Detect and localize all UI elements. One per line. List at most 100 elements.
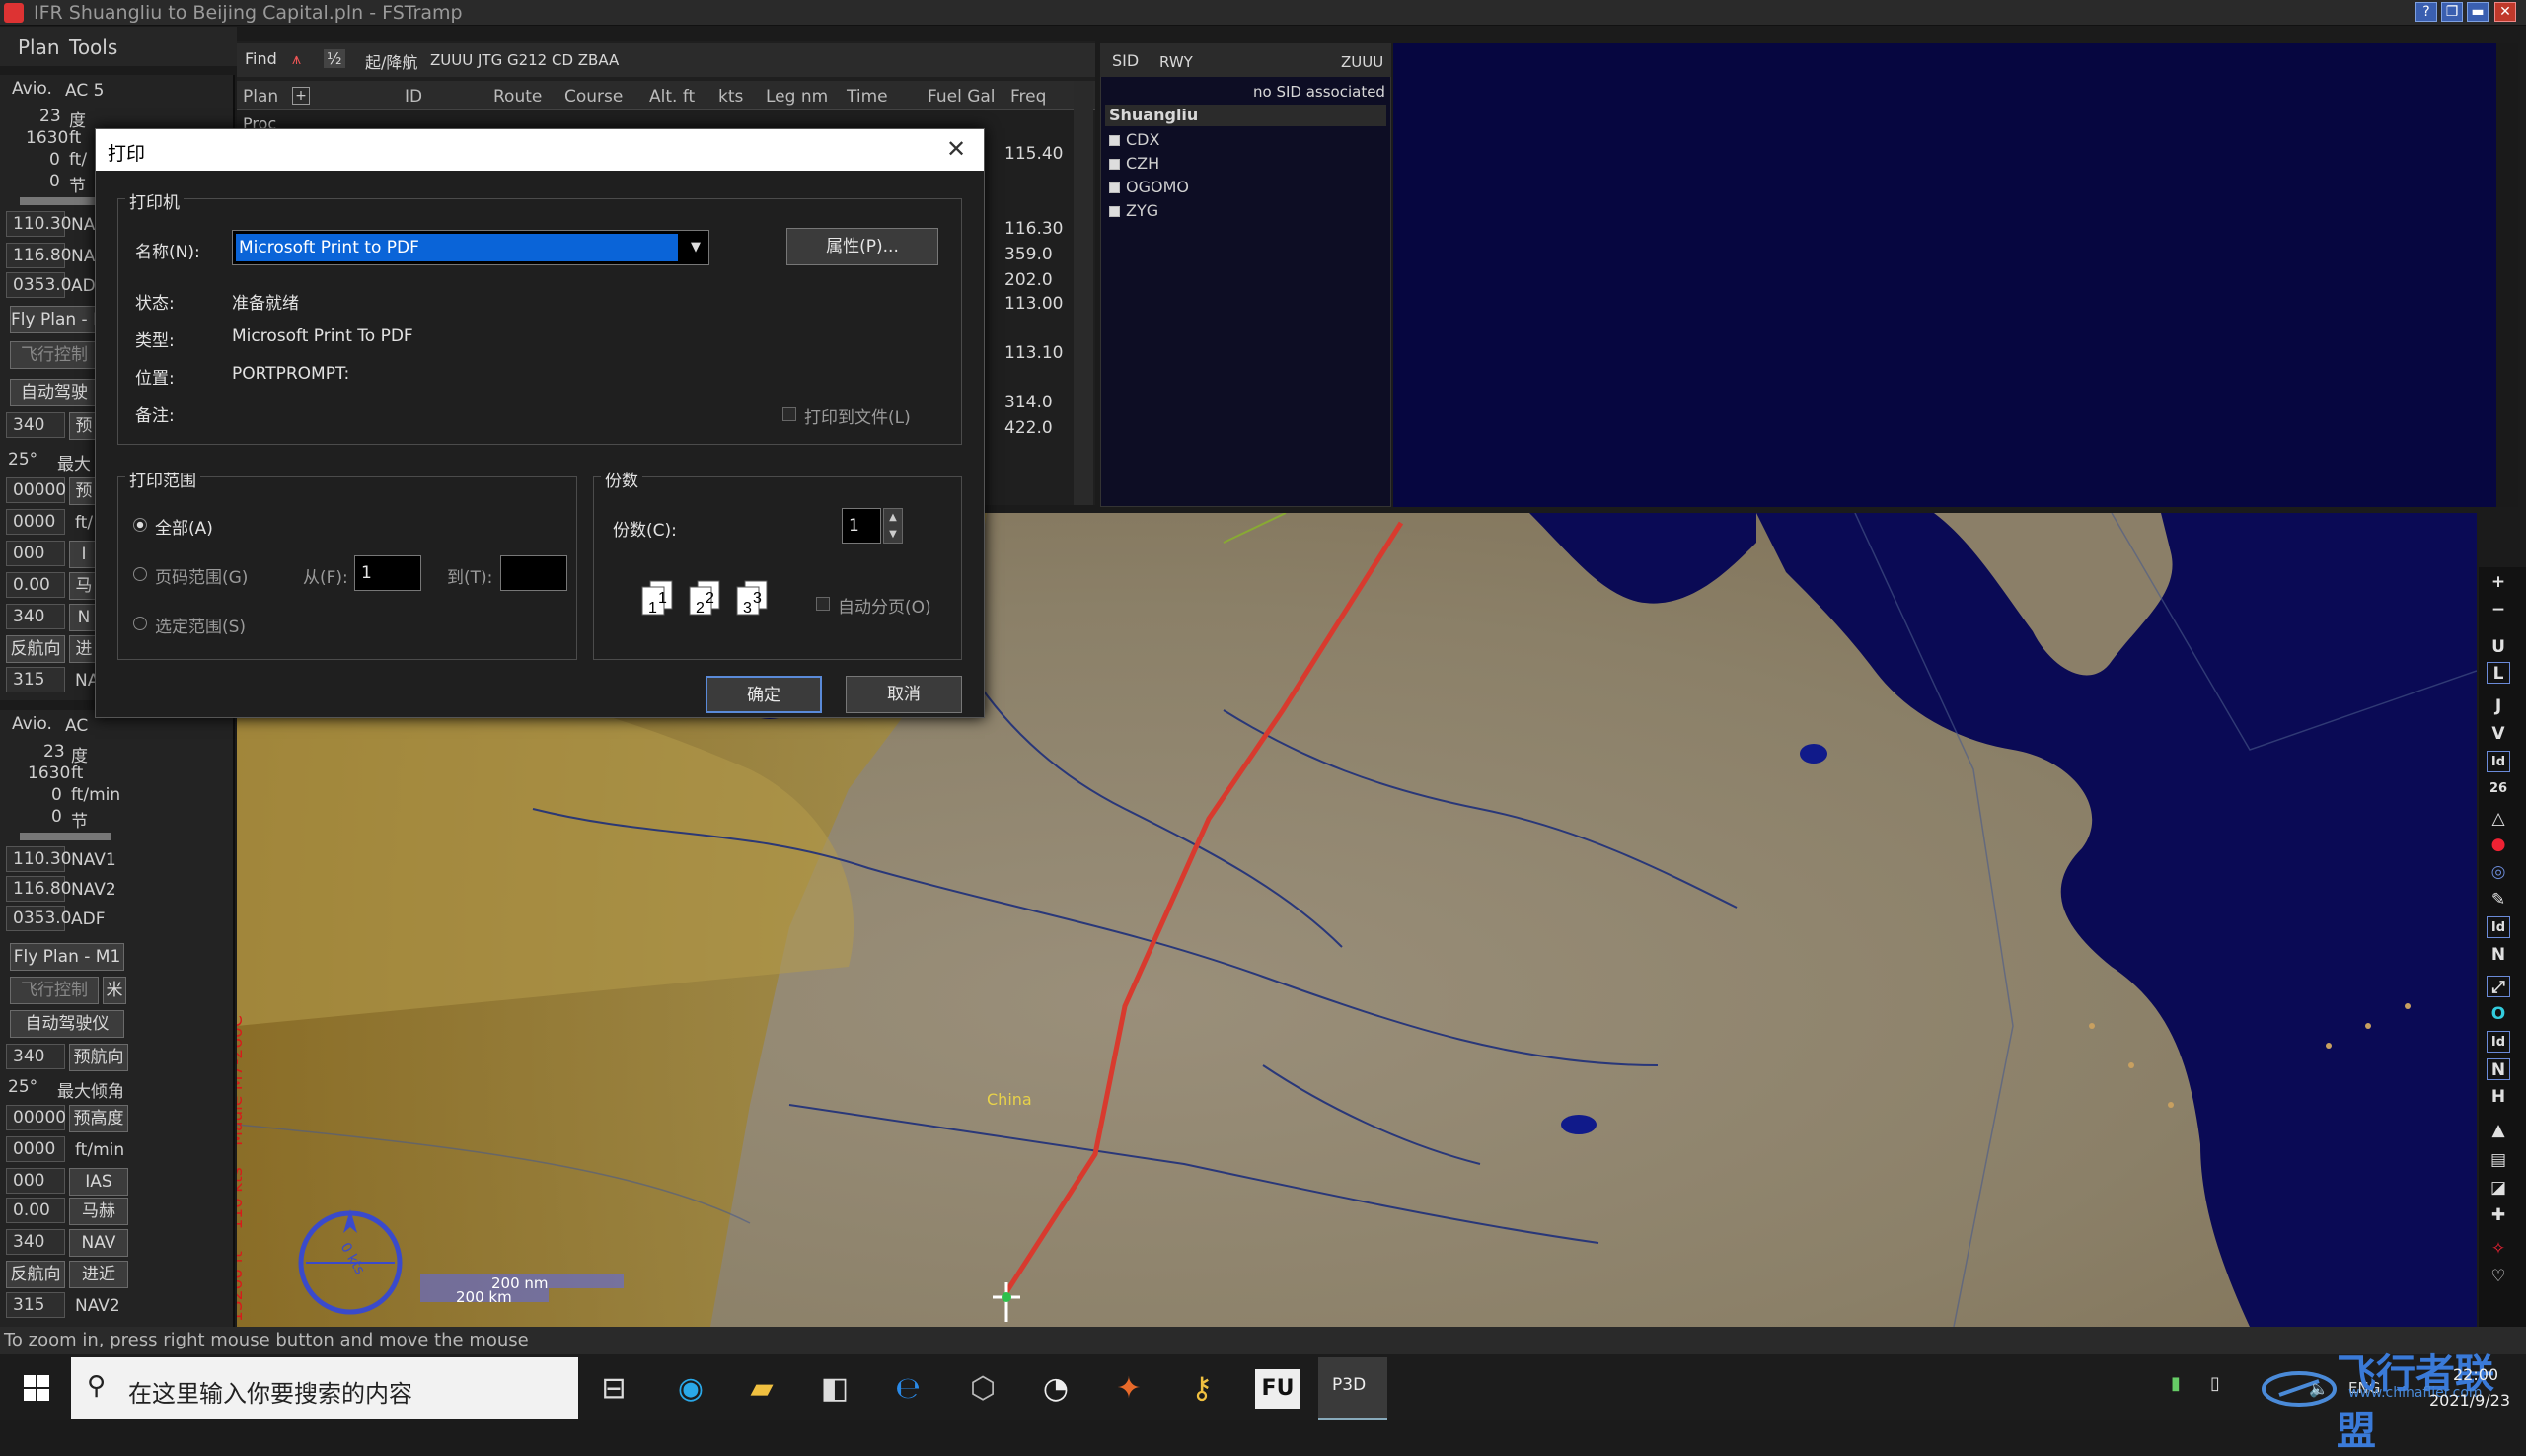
clock-time[interactable]: 22:00 bbox=[2453, 1365, 2498, 1384]
flight-control-button[interactable]: 飞行控制 bbox=[10, 341, 99, 369]
close-icon[interactable]: ✕ bbox=[946, 135, 966, 163]
nav2-freq[interactable]: 116.80 bbox=[6, 243, 71, 268]
vs-input[interactable]: 0000 bbox=[6, 509, 65, 535]
tool-l-icon[interactable]: L bbox=[2487, 662, 2510, 684]
nav-course-value[interactable]: 340 bbox=[6, 604, 65, 629]
gauge-icon[interactable]: ◔ bbox=[1036, 1371, 1076, 1407]
fstramp-taskbar-icon[interactable]: FU bbox=[1255, 1369, 1300, 1409]
nav-course-value-2[interactable]: 340 bbox=[6, 1229, 65, 1255]
procedure-scrollbar[interactable] bbox=[2496, 43, 2518, 507]
zoom-out-icon[interactable]: − bbox=[2487, 599, 2510, 620]
close-window-button[interactable]: ✕ bbox=[2494, 2, 2516, 22]
restore-button[interactable]: ❐ bbox=[2441, 2, 2463, 22]
cancel-button[interactable]: 取消 bbox=[846, 676, 962, 713]
heart-icon[interactable]: ♡ bbox=[2487, 1266, 2510, 1287]
ias-value[interactable]: 000 bbox=[6, 541, 65, 566]
speaker-icon[interactable]: 🔈 bbox=[2309, 1379, 2329, 1398]
print-to-file-checkbox[interactable] bbox=[782, 407, 796, 421]
obs-value-2[interactable]: 315 bbox=[6, 1292, 65, 1318]
ias-value-2[interactable]: 000 bbox=[6, 1168, 65, 1194]
taskbar-search[interactable]: ⚲ 在这里输入你要搜索的内容 bbox=[71, 1357, 578, 1419]
tool-id3-icon[interactable]: Id bbox=[2487, 1031, 2510, 1053]
mach-button-2[interactable]: 马赫 bbox=[69, 1198, 128, 1225]
tab-rwy[interactable]: RWY bbox=[1159, 53, 1193, 71]
chevron-down-icon[interactable]: ▼ bbox=[685, 234, 706, 261]
fly-plan-button[interactable]: Fly Plan - I bbox=[10, 306, 99, 333]
tool-id2-icon[interactable]: Id bbox=[2487, 916, 2510, 938]
reverse-course-button[interactable]: 反航向 bbox=[6, 635, 65, 663]
approach-button-2[interactable]: 进近 bbox=[69, 1261, 128, 1288]
nav-button-2[interactable]: NAV bbox=[69, 1229, 128, 1257]
zoom-in-icon[interactable]: + bbox=[2487, 571, 2510, 593]
pencil-icon[interactable]: ✎ bbox=[2487, 889, 2510, 910]
copies-input[interactable]: 1 bbox=[842, 508, 881, 544]
radio-selection[interactable] bbox=[133, 617, 147, 630]
app-icon-orange[interactable]: ✦ bbox=[1109, 1371, 1149, 1407]
tool-n-icon[interactable]: N bbox=[2487, 944, 2510, 966]
flight-plan-scrollbar[interactable] bbox=[1074, 81, 1093, 505]
nav2-freq-2[interactable]: 116.80 bbox=[6, 876, 71, 902]
panel-icon[interactable]: ◪ bbox=[2487, 1177, 2510, 1199]
chart-icon[interactable]: ⩚ bbox=[292, 49, 312, 69]
plan-label[interactable]: Plan bbox=[243, 87, 278, 107]
menu-plan[interactable]: Plan bbox=[18, 36, 60, 59]
list-icon[interactable]: ▤ bbox=[2487, 1149, 2510, 1171]
tab-sid[interactable]: SID bbox=[1112, 51, 1139, 70]
vs-input-2[interactable]: 0000 bbox=[6, 1136, 65, 1162]
nvidia-icon[interactable]: ▮ bbox=[2171, 1373, 2191, 1397]
expand-icon[interactable] bbox=[1109, 159, 1120, 170]
procedure-display[interactable] bbox=[1393, 43, 2518, 507]
expand-icon[interactable] bbox=[1109, 206, 1120, 217]
task-view-icon[interactable]: ⊟ bbox=[594, 1371, 633, 1407]
hdg-value-2[interactable]: 340 bbox=[6, 1044, 65, 1069]
expand-icon[interactable] bbox=[1109, 135, 1120, 146]
hdg-preset-button-2[interactable]: 预航向 bbox=[69, 1044, 128, 1071]
reverse-course-button-2[interactable]: 反航向 bbox=[6, 1261, 65, 1288]
triangle-icon[interactable]: △ bbox=[2487, 808, 2510, 830]
alt-value[interactable]: 00000 bbox=[6, 477, 66, 503]
bank-value[interactable]: 25° bbox=[8, 450, 37, 470]
throttle-slider-2[interactable] bbox=[20, 833, 111, 840]
help-button[interactable]: ? bbox=[2415, 2, 2437, 22]
menu-tools[interactable]: Tools bbox=[69, 36, 117, 59]
adf-freq[interactable]: 0353.0 bbox=[6, 272, 71, 298]
mountain-icon[interactable]: ▲ bbox=[2487, 1120, 2510, 1141]
windows-start-icon[interactable] bbox=[20, 1371, 53, 1405]
from-input[interactable]: 1 bbox=[354, 555, 421, 591]
properties-button[interactable]: 属性(P)... bbox=[786, 228, 938, 265]
cross-icon[interactable]: ✚ bbox=[2487, 1204, 2510, 1226]
ok-button[interactable]: 确定 bbox=[706, 676, 822, 713]
meter-toggle-button[interactable]: 米 bbox=[103, 977, 126, 1004]
store-icon[interactable]: ◧ bbox=[815, 1371, 854, 1407]
usb-icon[interactable]: ▯ bbox=[2210, 1373, 2230, 1397]
radio-pages[interactable] bbox=[133, 567, 147, 581]
add-icon[interactable]: + bbox=[292, 87, 310, 105]
aircraft-tab[interactable]: AC 5 bbox=[65, 81, 104, 101]
edge-icon[interactable]: ◉ bbox=[671, 1371, 710, 1407]
tool-id-icon[interactable]: Id bbox=[2487, 751, 2510, 772]
circle-icon[interactable]: O bbox=[2487, 1003, 2510, 1025]
flight-control-button-2[interactable]: 飞行控制 bbox=[10, 977, 99, 1004]
route-string[interactable]: ZUUU JTG G212 CD ZBAA bbox=[430, 51, 619, 69]
alt-preset-button-2[interactable]: 预高度 bbox=[69, 1105, 128, 1132]
tool-v-icon[interactable]: V bbox=[2487, 723, 2510, 745]
copies-stepper[interactable]: ▲ ▼ bbox=[883, 508, 903, 544]
sid-item[interactable]: OGOMO bbox=[1109, 178, 1189, 196]
alt-value-2[interactable]: 00000 bbox=[6, 1105, 66, 1130]
fly-plan-button-2[interactable]: Fly Plan - M1 bbox=[10, 943, 124, 971]
record-icon[interactable]: ● bbox=[2487, 834, 2510, 855]
avionics-tab-2[interactable]: Avio. bbox=[12, 714, 52, 734]
pin-icon[interactable]: ✧ bbox=[2487, 1238, 2510, 1260]
sid-item[interactable]: CDX bbox=[1109, 130, 1159, 149]
avionics-tab[interactable]: Avio. bbox=[12, 79, 52, 99]
target-icon[interactable]: ◎ bbox=[2487, 861, 2510, 883]
adf-freq-2[interactable]: 0353.0 bbox=[6, 906, 71, 931]
half-button[interactable]: ½ bbox=[324, 49, 345, 68]
key-icon[interactable]: ⚷ bbox=[1182, 1371, 1222, 1407]
clock-date[interactable]: 2021/9/23 bbox=[2429, 1391, 2510, 1410]
to-input[interactable] bbox=[500, 555, 567, 591]
mach-value-2[interactable]: 0.00 bbox=[6, 1198, 65, 1223]
file-explorer-icon[interactable]: ▰ bbox=[742, 1371, 781, 1407]
minimize-button[interactable]: ▬ bbox=[2467, 2, 2489, 22]
tool-u-icon[interactable]: U bbox=[2487, 636, 2510, 658]
